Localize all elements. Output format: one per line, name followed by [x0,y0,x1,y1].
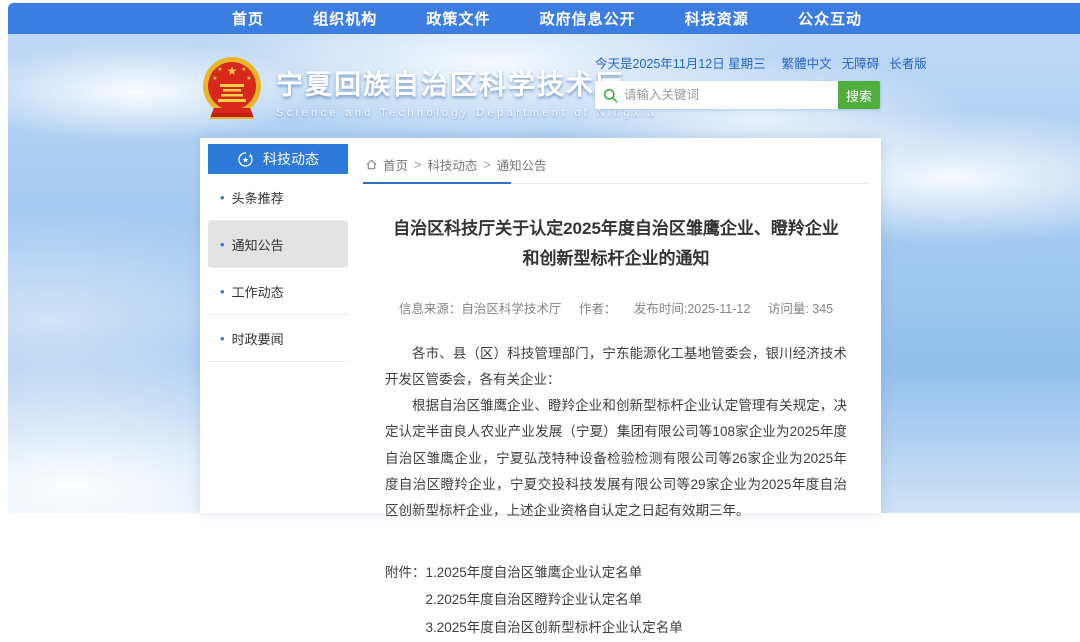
meta-visit-count: 访问量: 345 [768,302,833,316]
article: 自治区科技厅关于认定2025年度自治区雏鹰企业、瞪羚企业 和创新型标杆企业的通知… [363,214,869,642]
article-title-line2: 和创新型标杆企业的通知 [385,244,847,274]
nav-item-policy-documents[interactable]: 政策文件 [426,8,490,29]
nav-item-home[interactable]: 首页 [232,8,264,29]
attachments: 附件： 1.2025年度自治区雏鹰企业认定名单 2.2025年度自治区瞪羚企业认… [385,559,847,642]
meta-author: 作者： [579,302,617,316]
sidebar-item-label: 时政要闻 [232,329,284,348]
sidebar: ★ 科技动态 • 头条推荐 • 通知公告 • 工作动态 • 时政要闻 [208,144,348,362]
bullet-icon: • [220,191,225,204]
link-accessibility[interactable]: 无障碍 [842,53,880,72]
breadcrumb-divider [363,183,869,184]
nav-item-public-interaction[interactable]: 公众互动 [798,8,862,29]
bullet-icon: • [220,285,225,298]
search-icon [603,88,618,103]
attachment-list: 1.2025年度自治区雏鹰企业认定名单 2.2025年度自治区瞪羚企业认定名单 … [426,559,683,642]
svg-text:★: ★ [246,75,251,82]
sidebar-item-current-politics[interactable]: • 时政要闻 [208,315,348,362]
meta-source: 信息来源：自治区科学技术厅 [399,302,562,316]
sidebar-title: 科技动态 [263,149,319,169]
search-input[interactable] [624,88,830,102]
sidebar-menu: • 头条推荐 • 通知公告 • 工作动态 • 时政要闻 [208,174,348,362]
sidebar-item-label: 通知公告 [232,235,284,254]
bullet-icon: • [220,332,225,345]
breadcrumb-notices[interactable]: 通知公告 [497,155,547,174]
current-date: 今天是2025年11月12日 星期三 [595,53,766,72]
sidebar-item-headline-recommend[interactable]: • 头条推荐 [208,174,348,221]
sidebar-item-work-trends[interactable]: • 工作动态 [208,268,348,315]
breadcrumb: 首页 > 科技动态 > 通知公告 [363,144,869,183]
circled-star-icon: ★ [237,151,254,168]
svg-text:★: ★ [212,75,217,82]
link-traditional-chinese[interactable]: 繁體中文 [782,53,832,72]
attachments-label: 附件： [385,559,426,642]
sidebar-header-sci-tech-news[interactable]: ★ 科技动态 [208,144,348,174]
meta-publish-time: 发布时间:2025-11-12 [634,302,751,316]
search-box [595,81,838,109]
top-navigation: 首页 组织机构 政策文件 政府信息公开 科技资源 公众互动 [8,3,1080,34]
search-button[interactable]: 搜索 [838,81,880,109]
breadcrumb-separator: > [483,158,490,172]
breadcrumb-separator: > [414,158,421,172]
article-title-line1: 自治区科技厅关于认定2025年度自治区雏鹰企业、瞪羚企业 [385,214,847,244]
bullet-icon: • [220,238,225,251]
breadcrumb-sci-tech-news[interactable]: 科技动态 [427,155,477,174]
article-paragraph: 各市、县（区）科技管理部门，宁东能源化工基地管委会，银川经济技术开发区管委会，各… [385,341,847,394]
article-title: 自治区科技厅关于认定2025年度自治区雏鹰企业、瞪羚企业 和创新型标杆企业的通知 [385,214,847,274]
sidebar-item-notices[interactable]: • 通知公告 [208,221,348,268]
site-logo[interactable]: ★ ★ ★ ★ ★ 宁夏回族自治区科学技术厅 Science and Techn… [200,56,657,126]
attachment-link-gazelle-list[interactable]: 2.2025年度自治区瞪羚企业认定名单 [426,586,683,614]
svg-text:★: ★ [217,66,222,73]
article-body: 各市、县（区）科技管理部门，宁东能源化工基地管委会，银川经济技术开发区管委会，各… [385,341,847,525]
header-right: 今天是2025年11月12日 星期三 繁體中文 无障碍 长者版 搜索 [595,53,880,109]
nav-item-sci-tech-resources[interactable]: 科技资源 [685,8,749,29]
date-row: 今天是2025年11月12日 星期三 繁體中文 无障碍 长者版 [595,53,880,72]
home-icon [365,158,378,171]
attachment-link-eagle-list[interactable]: 1.2025年度自治区雏鹰企业认定名单 [426,559,683,587]
article-meta: 信息来源：自治区科学技术厅 作者： 发布时间:2025-11-12 访问量: 3… [385,298,847,317]
sidebar-item-label: 头条推荐 [232,188,284,207]
search-bar: 搜索 [595,81,880,109]
main-panel: ★ 科技动态 • 头条推荐 • 通知公告 • 工作动态 • 时政要闻 [200,138,881,513]
sidebar-item-label: 工作动态 [232,282,284,301]
breadcrumb-home[interactable]: 首页 [383,155,408,174]
national-emblem-icon: ★ ★ ★ ★ ★ [200,56,264,126]
article-paragraph: 根据自治区雏鹰企业、瞪羚企业和创新型标杆企业认定管理有关规定，决定认定半亩良人农… [385,393,847,525]
content-area: 首页 > 科技动态 > 通知公告 自治区科技厅关于认定2025年度自治区雏鹰企业… [363,144,869,513]
svg-text:★: ★ [241,66,246,73]
nav-item-gov-info-disclosure[interactable]: 政府信息公开 [540,8,636,29]
attachment-link-benchmark-list[interactable]: 3.2025年度自治区创新型标杆企业认定名单 [426,614,683,642]
svg-text:★: ★ [242,155,249,164]
nav-item-organization[interactable]: 组织机构 [313,8,377,29]
link-elderly-version[interactable]: 长者版 [889,53,927,72]
svg-text:★: ★ [227,64,238,78]
